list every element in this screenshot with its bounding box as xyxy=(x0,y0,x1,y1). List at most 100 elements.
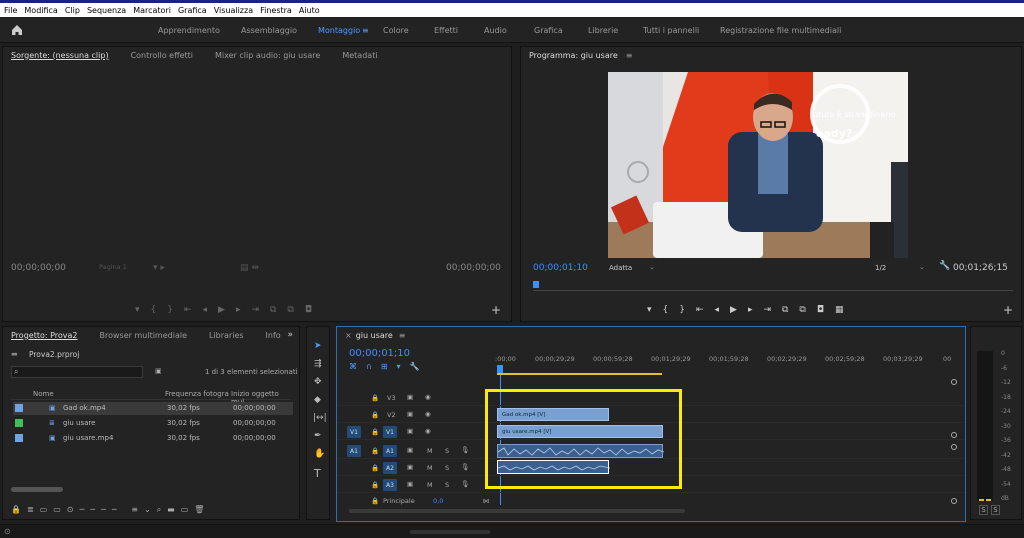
workspace-assemblaggio[interactable]: Assemblaggio xyxy=(241,26,297,35)
menu-clip[interactable]: Clip xyxy=(65,6,80,15)
lock-icon[interactable]: 🔒 xyxy=(371,447,379,455)
workspace-librerie[interactable]: Librerie xyxy=(588,26,618,35)
program-fit-select[interactable]: Adatta xyxy=(609,264,632,272)
solo-button[interactable]: S xyxy=(445,481,449,489)
close-sequence-icon[interactable]: × xyxy=(345,331,352,340)
list-item[interactable]: ▣ giu usare.mp4 30,02 fps 00;00;00;00 xyxy=(13,432,293,445)
program-menu-icon[interactable]: ≡ xyxy=(626,51,633,60)
hand-tool-icon[interactable]: ✋ xyxy=(314,449,325,459)
lock-icon[interactable]: 🔒 xyxy=(371,481,379,489)
home-icon[interactable] xyxy=(10,23,24,37)
vertical-zoom-handle[interactable] xyxy=(951,379,957,385)
workspace-grafica[interactable]: Grafica xyxy=(534,26,563,35)
vertical-zoom-handle[interactable] xyxy=(951,432,957,438)
mic-icon[interactable]: 🎙 xyxy=(461,480,469,488)
timeline-toolbar[interactable]: ⌘∩⊞▾🔧 xyxy=(349,362,429,371)
tab-metadata[interactable]: Metadati xyxy=(342,51,377,60)
program-title[interactable]: Programma: giu usare xyxy=(529,51,618,60)
workspace-colore[interactable]: Colore xyxy=(383,26,409,35)
workspace-menu-icon[interactable]: ≡ xyxy=(362,26,369,35)
expand-icon[interactable]: ⋈ xyxy=(483,497,490,505)
eye-icon[interactable]: ◉ xyxy=(425,410,431,418)
menu-visualizza[interactable]: Visualizza xyxy=(214,6,253,15)
tab-project[interactable]: Progetto: Prova2 xyxy=(11,331,78,340)
tab-audio-clip-mixer[interactable]: Mixer clip audio: giu usare xyxy=(215,51,320,60)
workspace-tutti-pannelli[interactable]: Tutti i pannelli xyxy=(643,26,699,35)
fit-chevron-icon[interactable]: ⌄ xyxy=(649,263,655,271)
workspace-apprendimento[interactable]: Apprendimento xyxy=(158,26,220,35)
razor-tool-icon[interactable]: ◆ xyxy=(314,395,321,405)
sync-icon[interactable]: ▣ xyxy=(407,410,413,418)
timeline-horizontal-scrollbar[interactable] xyxy=(349,509,685,513)
vertical-zoom-handle[interactable] xyxy=(951,444,957,450)
list-item[interactable]: ▣ Gad ok.mp4 30,02 fps 00;00;00;00 xyxy=(13,402,293,415)
project-scrollbar[interactable] xyxy=(11,487,63,492)
pen-tool-icon[interactable]: ✒ xyxy=(314,431,322,441)
work-area-bar[interactable] xyxy=(497,373,662,375)
project-search-input[interactable]: ⌕ xyxy=(11,366,143,378)
sync-icon[interactable]: ▣ xyxy=(407,393,413,401)
track-target-a3[interactable]: A3 xyxy=(383,479,397,491)
source-transport-controls[interactable]: ▾{}⇤◂▶▸⇥⧉⧉◘ xyxy=(135,305,323,315)
program-scrubber[interactable] xyxy=(533,281,1013,291)
tab-info[interactable]: Info xyxy=(266,331,281,340)
source-settings-icon[interactable]: ▤ ⇹ xyxy=(240,263,259,273)
track-target-v1[interactable]: V1 xyxy=(383,426,397,438)
mic-icon[interactable]: 🎙 xyxy=(461,446,469,454)
mic-icon[interactable]: 🎙 xyxy=(461,463,469,471)
column-name[interactable]: Nome xyxy=(33,390,54,398)
label-color-swatch[interactable] xyxy=(15,434,23,442)
more-panels-icon[interactable]: » xyxy=(287,330,293,340)
label-color-swatch[interactable] xyxy=(15,419,23,427)
menu-marcatori[interactable]: Marcatori xyxy=(133,6,171,15)
eye-icon[interactable]: ◉ xyxy=(425,393,431,401)
source-patch-v1[interactable]: V1 xyxy=(347,426,361,438)
new-bin-icon[interactable]: ▣ xyxy=(155,367,162,375)
menu-finestra[interactable]: Finestra xyxy=(260,6,292,15)
master-value[interactable]: 0,0 xyxy=(433,497,443,505)
source-timecode-in[interactable]: 00;00;00;00 xyxy=(11,263,66,273)
list-item[interactable]: ≣ giu usare 30,02 fps 00;00;00;00 xyxy=(13,417,293,430)
tab-libraries[interactable]: Libraries xyxy=(209,331,244,340)
lock-icon[interactable]: 🔒 xyxy=(371,464,379,472)
track-target-a2[interactable]: A2 xyxy=(383,462,397,474)
solo-button[interactable]: S xyxy=(445,464,449,472)
tab-source[interactable]: Sorgente: (nessuna clip) xyxy=(11,51,109,60)
sequence-tab[interactable]: giu usare xyxy=(356,331,393,340)
menu-aiuto[interactable]: Aiuto xyxy=(299,6,320,15)
program-add-button[interactable]: + xyxy=(1003,303,1013,317)
type-tool-icon[interactable]: T xyxy=(314,467,321,480)
mute-button[interactable]: M xyxy=(427,464,433,472)
program-timecode-current[interactable]: 00;00;01;10 xyxy=(533,263,588,273)
sync-icon[interactable]: ▣ xyxy=(407,446,413,454)
vertical-zoom-handle[interactable] xyxy=(951,498,957,504)
source-dropdown-icon[interactable]: ▾ ▸ xyxy=(153,263,165,273)
timeline-timecode[interactable]: 00;00;01;10 xyxy=(349,348,410,359)
tab-effect-controls[interactable]: Controllo effetti xyxy=(131,51,193,60)
slip-tool-icon[interactable]: |↔| xyxy=(313,413,327,423)
workspace-effetti[interactable]: Effetti xyxy=(434,26,458,35)
mute-button[interactable]: M xyxy=(427,447,433,455)
menu-sequenza[interactable]: Sequenza xyxy=(87,6,126,15)
timeline-playhead[interactable] xyxy=(497,365,503,373)
eye-icon[interactable]: ◉ xyxy=(425,427,431,435)
workspace-registrazione[interactable]: Registrazione file multimediali xyxy=(720,26,841,35)
menu-file[interactable]: File xyxy=(4,6,17,15)
sequence-menu-icon[interactable]: ≡ xyxy=(399,331,406,340)
resolution-chevron-icon[interactable]: ⌄ xyxy=(919,263,925,271)
project-bottom-toolbar[interactable]: 🔒≣▭▭⊙──── ≡⌄⌕▬▭🗑 xyxy=(11,505,210,515)
selection-tool-icon[interactable]: ➤ xyxy=(314,341,322,351)
lock-icon[interactable]: 🔒 xyxy=(371,497,379,505)
program-playhead[interactable] xyxy=(533,281,539,288)
label-color-swatch[interactable] xyxy=(15,404,23,412)
sync-icon[interactable]: ▣ xyxy=(407,480,413,488)
wrench-icon[interactable]: 🔧 xyxy=(939,261,950,271)
status-scrollbar[interactable] xyxy=(410,530,490,534)
menu-modifica[interactable]: Modifica xyxy=(24,6,57,15)
lock-icon[interactable]: 🔒 xyxy=(371,428,379,436)
sync-icon[interactable]: ▣ xyxy=(407,463,413,471)
workspace-audio[interactable]: Audio xyxy=(484,26,507,35)
program-transport-controls[interactable]: ▾{}⇤◂▶▸⇥⧉⧉◘▦ xyxy=(647,305,854,315)
workspace-montaggio[interactable]: Montaggio xyxy=(318,26,360,35)
ripple-edit-tool-icon[interactable]: ✥ xyxy=(314,377,322,387)
